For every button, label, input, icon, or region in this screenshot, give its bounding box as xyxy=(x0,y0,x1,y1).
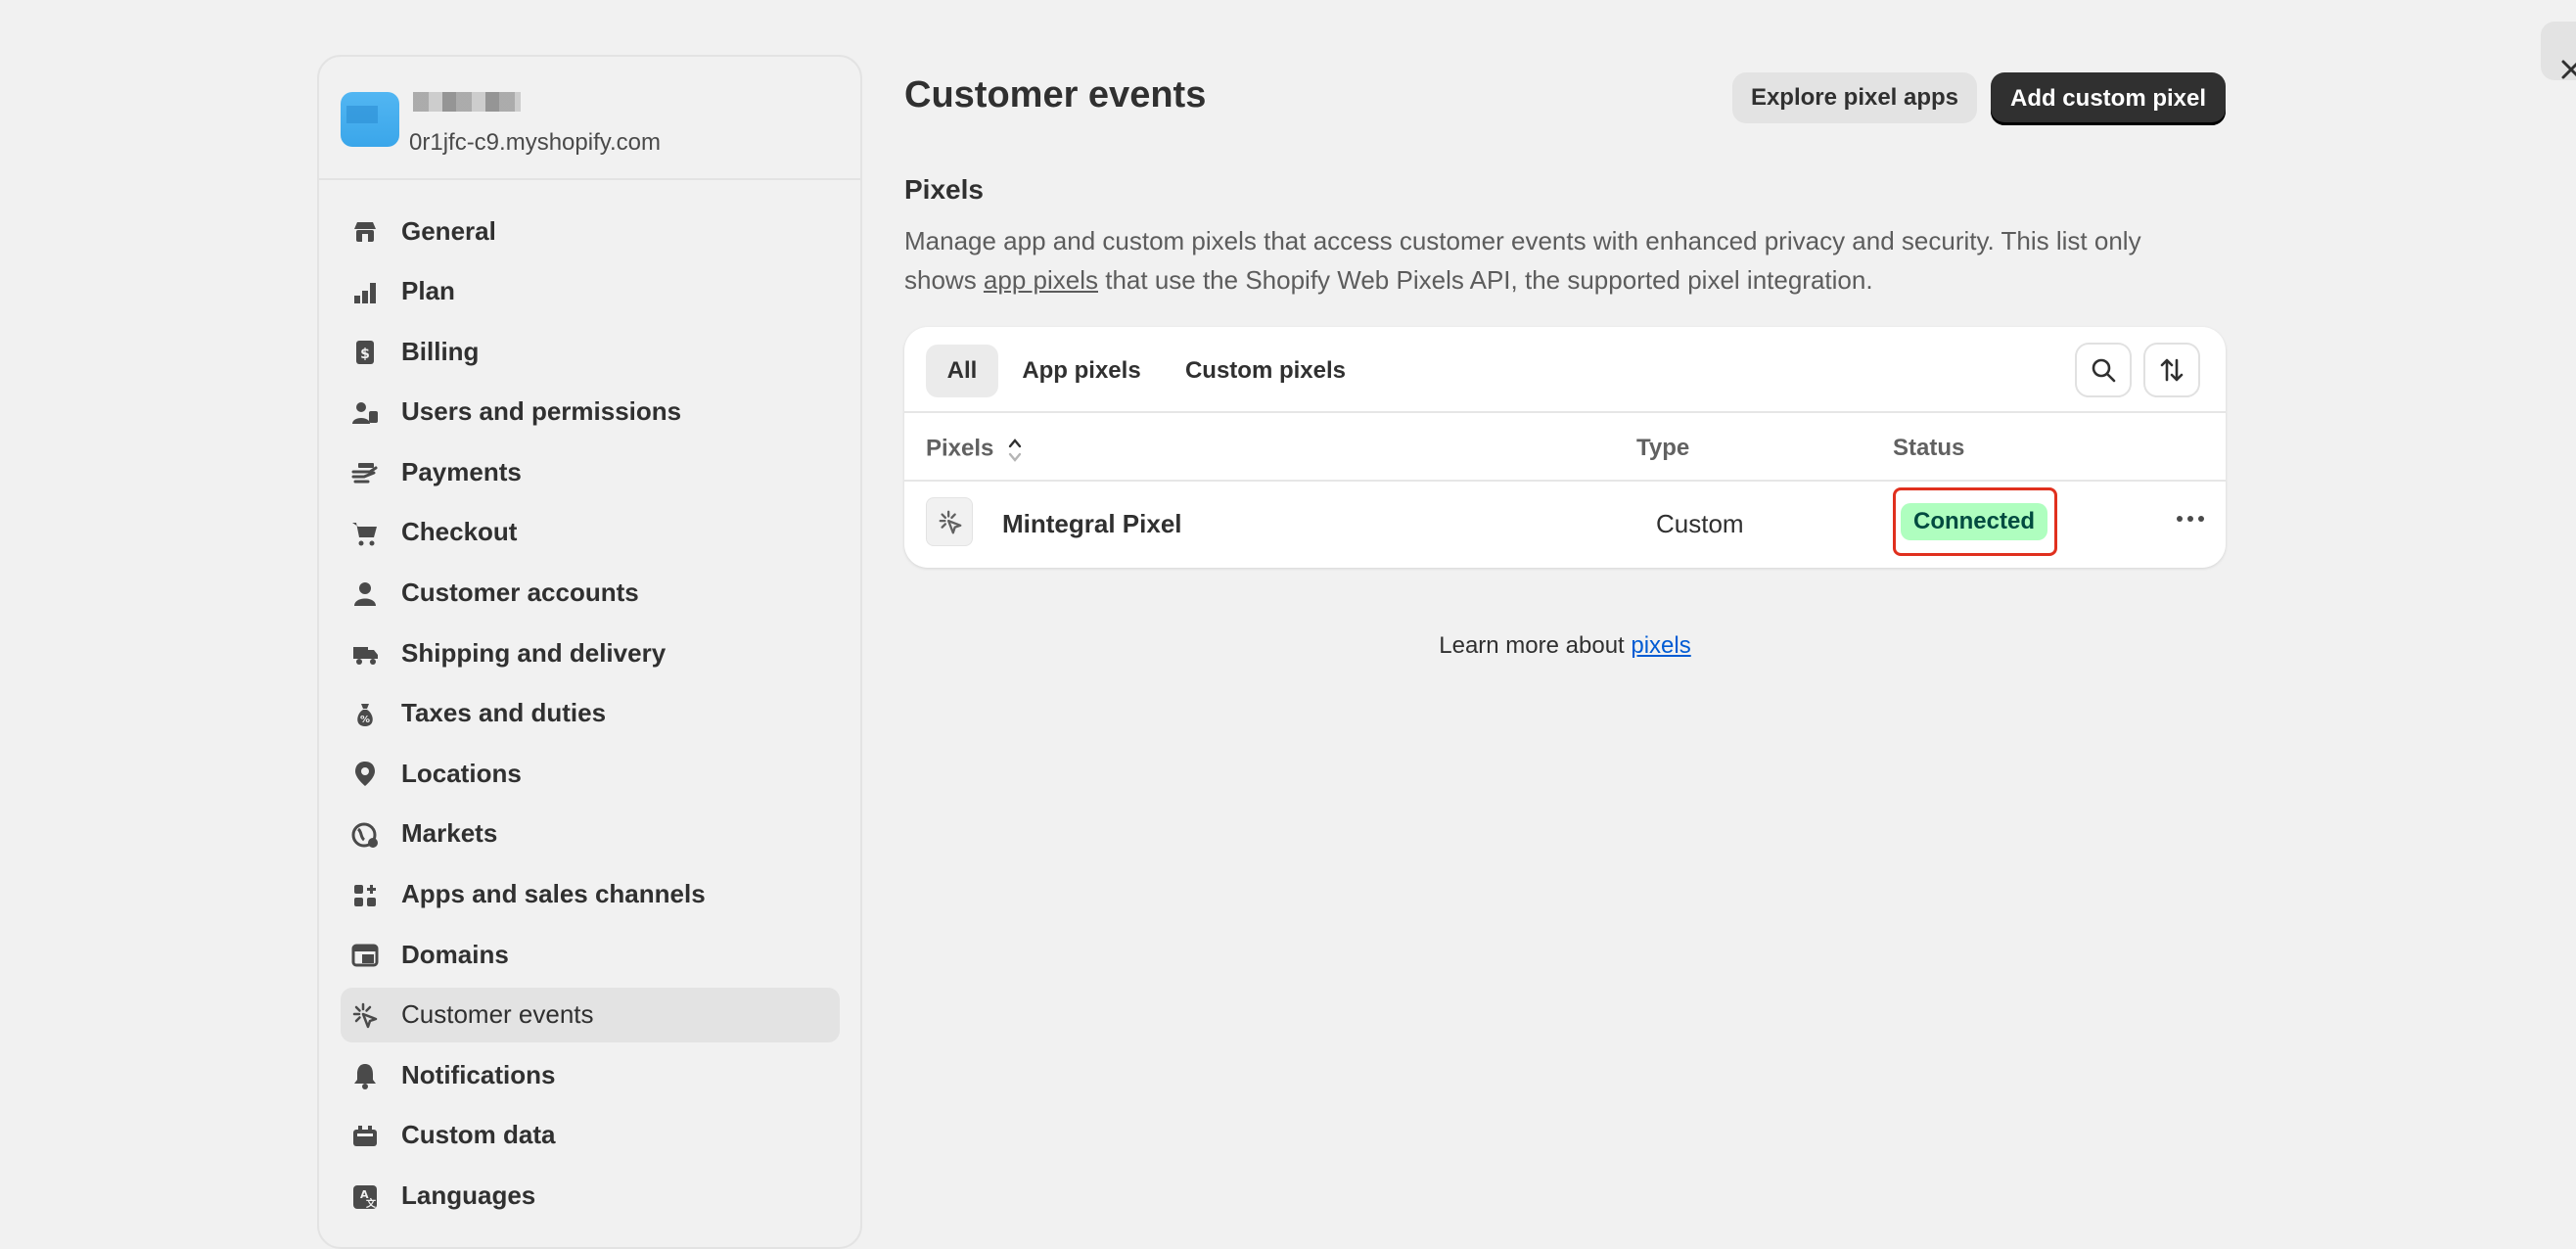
close-button[interactable] xyxy=(2541,22,2576,80)
more-actions-button[interactable] xyxy=(2167,501,2214,540)
sidebar-item-label: Custom data xyxy=(401,1120,556,1150)
tax-bag-icon: % xyxy=(357,703,373,726)
language-icon: A文 xyxy=(353,1184,377,1210)
store-domain: 0r1jfc-c9.myshopify.com xyxy=(409,129,661,156)
sort-arrows-icon xyxy=(2160,358,2184,382)
cart-icon xyxy=(352,522,377,546)
column-header-type: Type xyxy=(1636,435,1690,461)
close-icon xyxy=(2561,60,2576,79)
sort-chevron-icon xyxy=(1008,439,1022,462)
learn-more: Learn more about pixels xyxy=(904,632,2226,660)
sidebar-item-locations[interactable]: Locations xyxy=(341,746,840,801)
tab-custom-pixels[interactable]: Custom pixels xyxy=(1163,345,1368,397)
pixel-type: Custom xyxy=(1656,509,1744,538)
sidebar-item-label: Users and permissions xyxy=(401,396,682,427)
bell-icon xyxy=(354,1064,376,1090)
sidebar-item-customer-events[interactable]: Customer events xyxy=(341,987,840,1042)
globe-icon xyxy=(351,822,378,848)
sidebar-item-label: Shipping and delivery xyxy=(401,637,667,668)
settings-nav: General Plan $ Billing Users and permiss… xyxy=(341,204,840,1228)
truck-icon xyxy=(353,647,378,666)
sidebar-item-label: Checkout xyxy=(401,517,518,547)
sort-button[interactable] xyxy=(2145,345,2198,395)
sidebar-item-checkout[interactable]: Checkout xyxy=(341,505,840,560)
svg-text:文: 文 xyxy=(366,1197,377,1210)
main-content: Customer events Explore pixel apps Add c… xyxy=(904,0,2226,1216)
divider xyxy=(904,411,2226,413)
column-header-label: Pixels xyxy=(926,435,994,462)
sidebar-item-label: Billing xyxy=(401,336,480,366)
domains-icon xyxy=(351,944,379,967)
settings-sidebar: 0r1jfc-c9.myshopify.com General Plan $ B… xyxy=(317,55,862,1249)
sidebar-item-label: Taxes and duties xyxy=(401,698,607,728)
sidebar-item-label: Customer events xyxy=(401,999,594,1030)
sidebar-item-label: Payments xyxy=(401,456,522,486)
pixels-link[interactable]: pixels xyxy=(1631,632,1690,659)
sidebar-item-notifications[interactable]: Notifications xyxy=(341,1047,840,1102)
search-icon xyxy=(2092,358,2116,383)
store-logo xyxy=(341,92,399,147)
sidebar-item-domains[interactable]: Domains xyxy=(341,927,840,982)
sidebar-item-label: Markets xyxy=(401,818,498,849)
sidebar-item-general[interactable]: General xyxy=(341,204,840,258)
store-header[interactable]: 0r1jfc-c9.myshopify.com xyxy=(319,57,860,180)
apps-icon xyxy=(354,884,376,906)
add-custom-pixel-button[interactable]: Add custom pixel xyxy=(1991,72,2226,125)
billing-icon: $ xyxy=(356,341,374,365)
pixels-card: All App pixels Custom pixels Pixels Type… xyxy=(904,327,2226,568)
svg-text:$: $ xyxy=(360,347,370,362)
store-name-redacted xyxy=(413,92,521,112)
table-row[interactable]: Mintegral Pixel Custom Connected xyxy=(904,482,2226,568)
tab-all[interactable]: All xyxy=(926,345,998,397)
section-description: Manage app and custom pixels that access… xyxy=(904,221,2216,300)
sidebar-item-shipping[interactable]: Shipping and delivery xyxy=(341,625,840,680)
sidebar-item-customer-accounts[interactable]: Customer accounts xyxy=(341,566,840,621)
svg-text:%: % xyxy=(360,715,370,725)
sidebar-item-taxes[interactable]: % Taxes and duties xyxy=(341,686,840,741)
section-title: Pixels xyxy=(904,174,984,205)
sidebar-item-label: Notifications xyxy=(401,1059,556,1089)
sidebar-item-label: Customer accounts xyxy=(401,578,639,608)
sidebar-item-users[interactable]: Users and permissions xyxy=(341,385,840,439)
search-button[interactable] xyxy=(2077,345,2130,395)
sidebar-item-billing[interactable]: $ Billing xyxy=(341,324,840,379)
ellipsis-icon xyxy=(2177,516,2204,522)
location-pin-icon xyxy=(355,762,375,787)
sidebar-item-markets[interactable]: Markets xyxy=(341,807,840,861)
status-badge: Connected xyxy=(1901,503,2047,540)
sidebar-item-label: Languages xyxy=(401,1180,536,1210)
sidebar-item-label: Plan xyxy=(401,276,455,306)
app-pixels-link[interactable]: app pixels xyxy=(984,265,1098,295)
plan-chart-icon xyxy=(354,282,376,303)
learn-more-text: Learn more about xyxy=(1439,632,1632,659)
page-title: Customer events xyxy=(904,74,1207,116)
explore-pixel-apps-button[interactable]: Explore pixel apps xyxy=(1732,72,1977,123)
custom-data-icon xyxy=(353,1125,377,1146)
filter-tabs: All App pixels Custom pixels xyxy=(926,345,1368,399)
store-icon xyxy=(354,222,376,242)
description-text: that use the Shopify Web Pixels API, the… xyxy=(1098,265,1873,295)
cursor-sparkle-icon xyxy=(352,1002,378,1028)
cursor-sparkle-icon xyxy=(939,510,962,534)
sidebar-item-apps[interactable]: Apps and sales channels xyxy=(341,867,840,922)
sidebar-item-label: Locations xyxy=(401,758,522,788)
person-icon xyxy=(354,581,376,606)
column-header-status: Status xyxy=(1893,435,1965,461)
sidebar-item-languages[interactable]: A文 Languages xyxy=(341,1169,840,1224)
sidebar-item-custom-data[interactable]: Custom data xyxy=(341,1108,840,1163)
sidebar-item-plan[interactable]: Plan xyxy=(341,264,840,319)
pixel-name[interactable]: Mintegral Pixel xyxy=(1002,509,1182,539)
tab-app-pixels[interactable]: App pixels xyxy=(1016,345,1147,397)
sidebar-item-label: Domains xyxy=(401,939,509,969)
column-header-pixels[interactable]: Pixels xyxy=(926,435,1024,464)
sidebar-item-label: General xyxy=(401,215,496,246)
sidebar-item-label: Apps and sales channels xyxy=(401,879,706,909)
pixel-thumbnail xyxy=(926,497,973,546)
payments-hand-icon xyxy=(351,463,378,484)
sidebar-item-payments[interactable]: Payments xyxy=(341,444,840,499)
users-icon xyxy=(352,401,378,424)
